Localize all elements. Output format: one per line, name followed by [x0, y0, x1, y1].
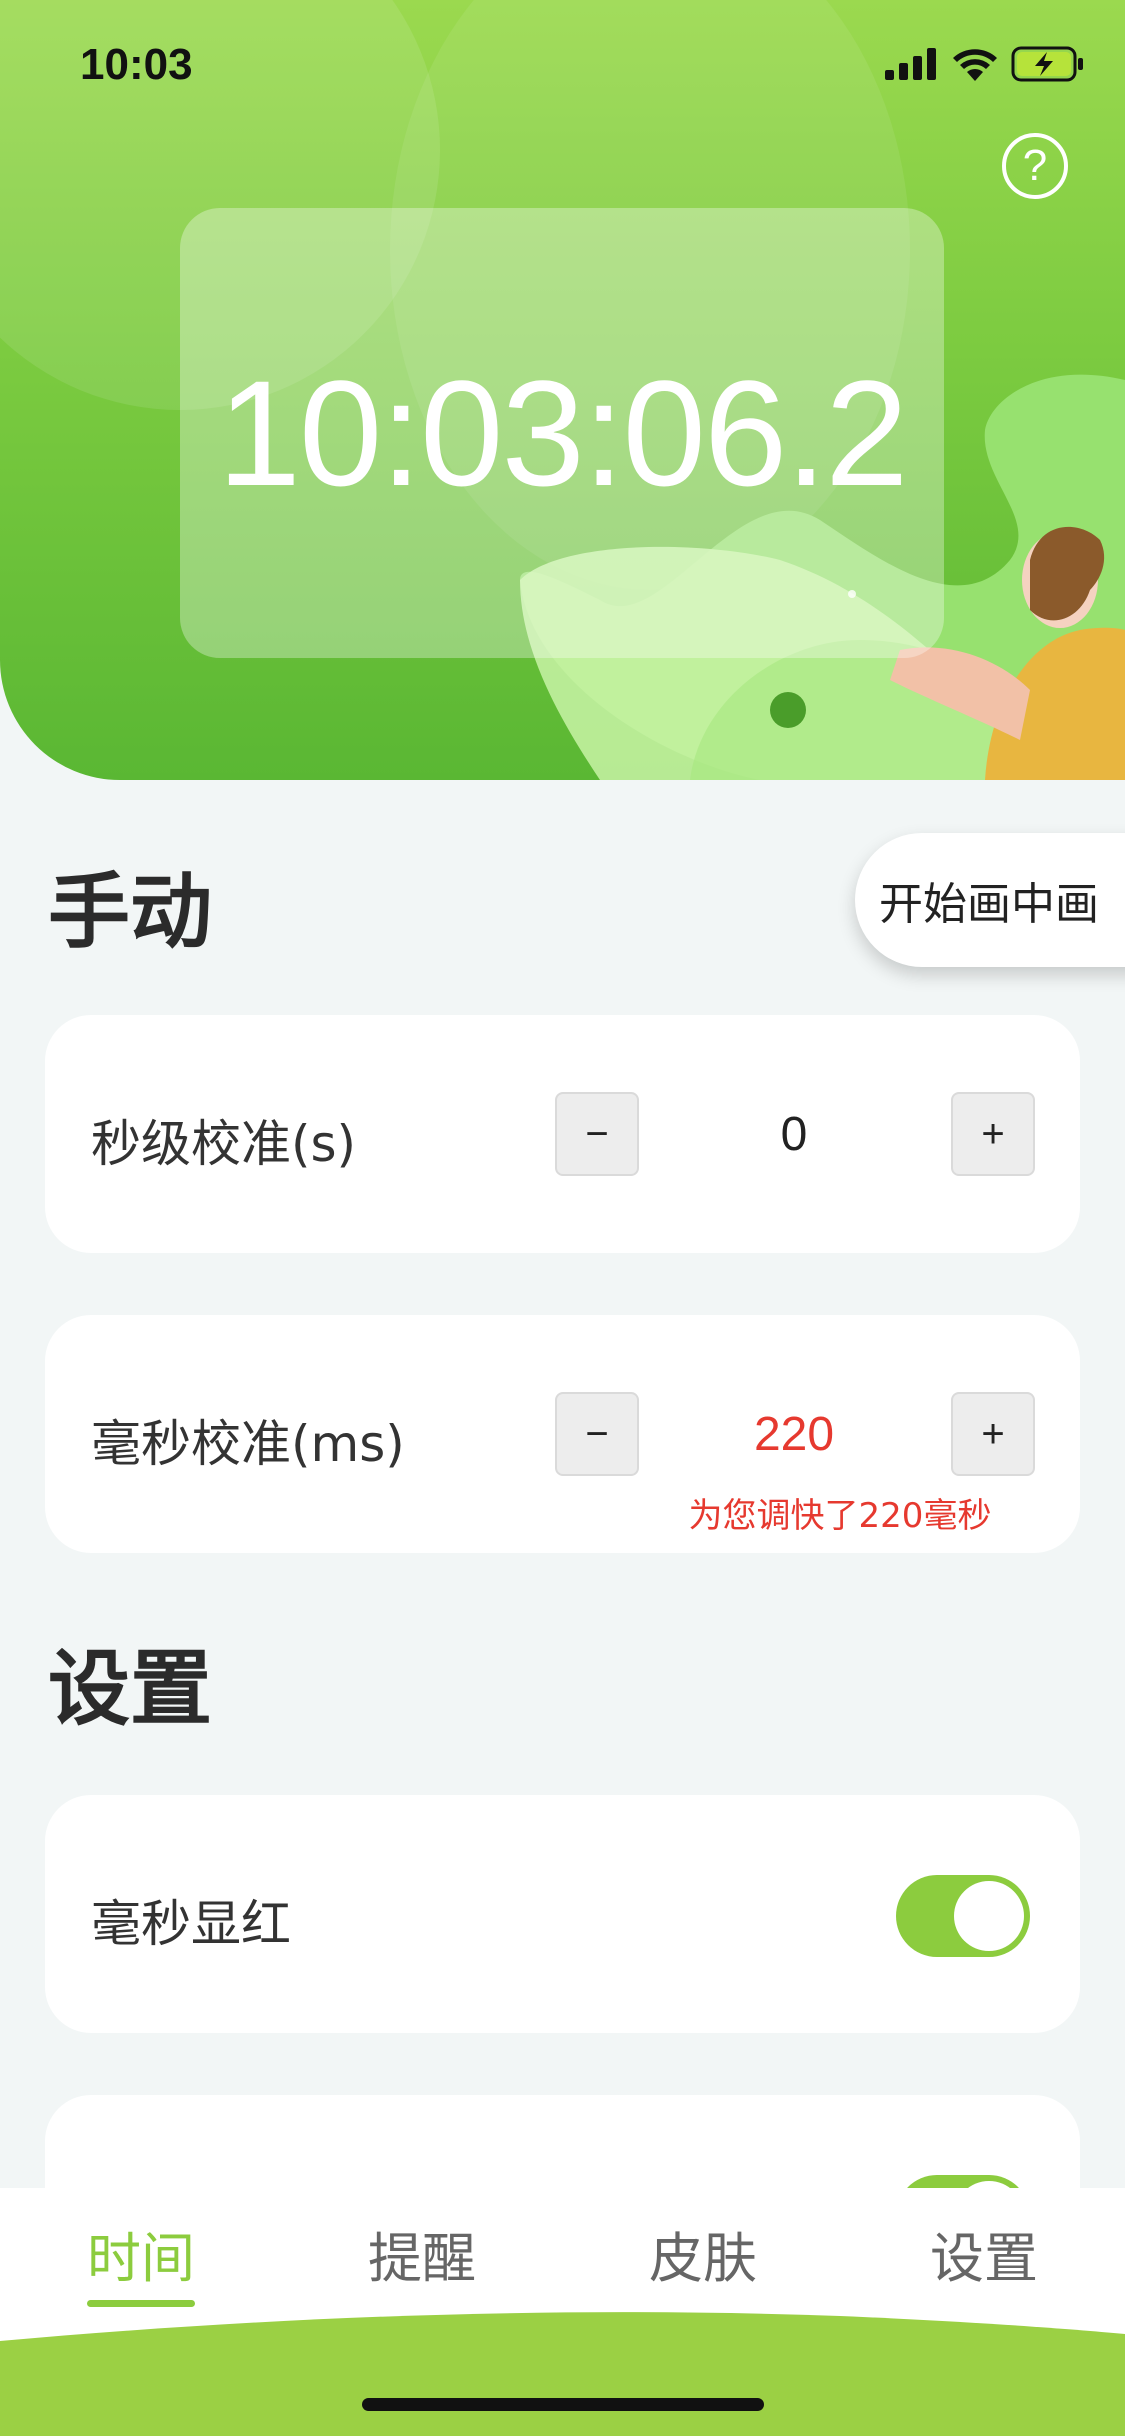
milliseconds-calibration-card: 毫秒校准(ms) − 220 + 为您调快了220毫秒	[45, 1315, 1080, 1553]
header-hero: 10:03 ? 10:03:06.2	[0, 0, 1125, 780]
status-bar: 10:03	[0, 0, 1125, 140]
app-root: 10:03 ? 10:03:06.2 手动 开始画中画 秒级校准(s) − 0 …	[0, 0, 1125, 2436]
clock-display: 10:03:06.2	[217, 348, 909, 517]
tab-skin[interactable]: 皮肤	[603, 2214, 803, 2293]
status-icons	[885, 44, 1085, 84]
seconds-value: 0	[780, 1108, 808, 1161]
tab-settings[interactable]: 设置	[884, 2214, 1084, 2293]
start-pip-button[interactable]: 开始画中画	[855, 833, 1125, 967]
tab-bar-wave	[0, 2312, 1125, 2436]
ms-red-setting-card: 毫秒显红	[45, 1795, 1080, 2033]
help-button[interactable]: ?	[1002, 133, 1068, 199]
battery-charging-icon	[1011, 46, 1083, 82]
ms-red-label: 毫秒显红	[91, 1895, 291, 1953]
tab-time[interactable]: 时间	[41, 2214, 241, 2293]
active-tab-indicator	[87, 2300, 195, 2307]
seconds-decrement-button[interactable]: −	[555, 1092, 639, 1176]
milliseconds-value: 220	[753, 1408, 835, 1461]
cellular-signal-icon	[885, 48, 936, 80]
milliseconds-hint: 为您调快了220毫秒	[688, 1496, 992, 1536]
milliseconds-increment-button[interactable]: +	[951, 1392, 1035, 1476]
seconds-calibration-label: 秒级校准(s)	[91, 1115, 357, 1173]
status-time: 10:03	[80, 40, 193, 89]
toggle-knob	[954, 1881, 1024, 1951]
home-indicator	[362, 2398, 764, 2411]
manual-section-title: 手动	[48, 865, 213, 960]
settings-section-title: 设置	[48, 1642, 213, 1737]
clock-panel: 10:03:06.2	[180, 208, 944, 658]
tab-reminder[interactable]: 提醒	[322, 2214, 522, 2293]
seconds-increment-button[interactable]: +	[951, 1092, 1035, 1176]
wifi-icon	[953, 49, 997, 81]
seconds-calibration-card: 秒级校准(s) − 0 +	[45, 1015, 1080, 1253]
milliseconds-decrement-button[interactable]: −	[555, 1392, 639, 1476]
milliseconds-calibration-label: 毫秒校准(ms)	[91, 1415, 405, 1473]
ms-red-toggle[interactable]	[896, 1875, 1030, 1957]
